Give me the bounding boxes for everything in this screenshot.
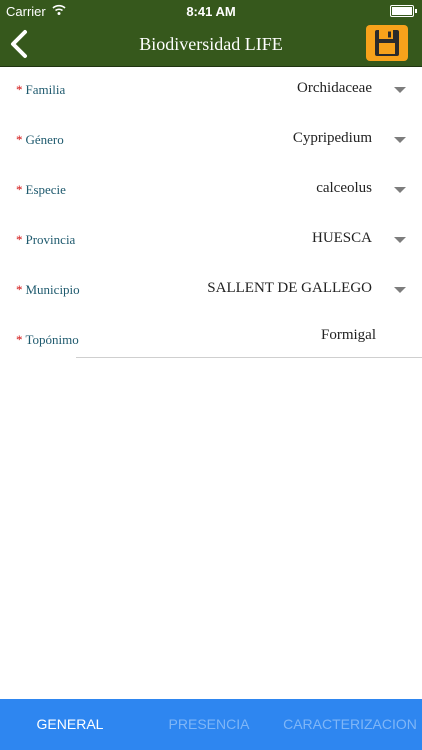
dropdown-arrow-icon[interactable] bbox=[394, 237, 406, 243]
field-label: * Familia bbox=[16, 82, 66, 97]
especie-select[interactable]: calceolus bbox=[316, 180, 372, 197]
specimen-form: * Familia Orchidaceae * Género Cypripedium… bbox=[0, 66, 422, 366]
required-marker: * bbox=[16, 332, 23, 347]
field-label: * Municipio bbox=[16, 282, 80, 297]
dropdown-arrow-icon[interactable] bbox=[394, 137, 406, 143]
save-button[interactable] bbox=[366, 25, 408, 61]
required-marker: * bbox=[16, 182, 23, 197]
required-marker: * bbox=[16, 282, 23, 297]
municipio-select[interactable]: SALLENT DE GALLEGO bbox=[207, 280, 372, 297]
dropdown-arrow-icon[interactable] bbox=[394, 87, 406, 93]
field-label: * Topónimo bbox=[16, 332, 79, 347]
input-underline bbox=[76, 357, 422, 358]
genero-select[interactable]: Cypripedium bbox=[293, 130, 372, 147]
page-title: Biodiversidad LIFE bbox=[139, 34, 283, 54]
tab-general[interactable]: GENERAL bbox=[0, 699, 140, 750]
required-marker: * bbox=[16, 132, 23, 147]
field-familia[interactable]: * Familia Orchidaceae bbox=[0, 66, 422, 116]
dropdown-arrow-icon[interactable] bbox=[394, 187, 406, 193]
dropdown-arrow-icon[interactable] bbox=[394, 287, 406, 293]
battery-icon bbox=[390, 5, 417, 17]
field-genero[interactable]: * Género Cypripedium bbox=[0, 116, 422, 166]
tab-presencia[interactable]: PRESENCIA bbox=[140, 699, 278, 750]
field-especie[interactable]: * Especie calceolus bbox=[0, 166, 422, 216]
field-toponimo[interactable]: * Topónimo Formigal bbox=[0, 316, 422, 366]
tab-caracterizacion[interactable]: CARACTERIZACION bbox=[278, 699, 422, 750]
tab-bar: GENERAL PRESENCIA CARACTERIZACION bbox=[0, 699, 422, 750]
field-label: * Especie bbox=[16, 182, 66, 197]
field-municipio[interactable]: * Municipio SALLENT DE GALLEGO bbox=[0, 266, 422, 316]
provincia-select[interactable]: HUESCA bbox=[312, 230, 372, 247]
status-bar: Carrier 8:41 AM bbox=[0, 0, 422, 22]
familia-select[interactable]: Orchidaceae bbox=[297, 80, 372, 97]
toponimo-input[interactable]: Formigal bbox=[321, 327, 376, 344]
field-provincia[interactable]: * Provincia HUESCA bbox=[0, 216, 422, 266]
required-marker: * bbox=[16, 232, 23, 247]
floppy-disk-icon bbox=[375, 30, 399, 56]
required-marker: * bbox=[16, 82, 23, 97]
clock: 8:41 AM bbox=[186, 4, 236, 19]
navigation-bar: Biodiversidad LIFE bbox=[0, 22, 422, 67]
field-label: * Provincia bbox=[16, 232, 76, 247]
field-label: * Género bbox=[16, 132, 64, 147]
